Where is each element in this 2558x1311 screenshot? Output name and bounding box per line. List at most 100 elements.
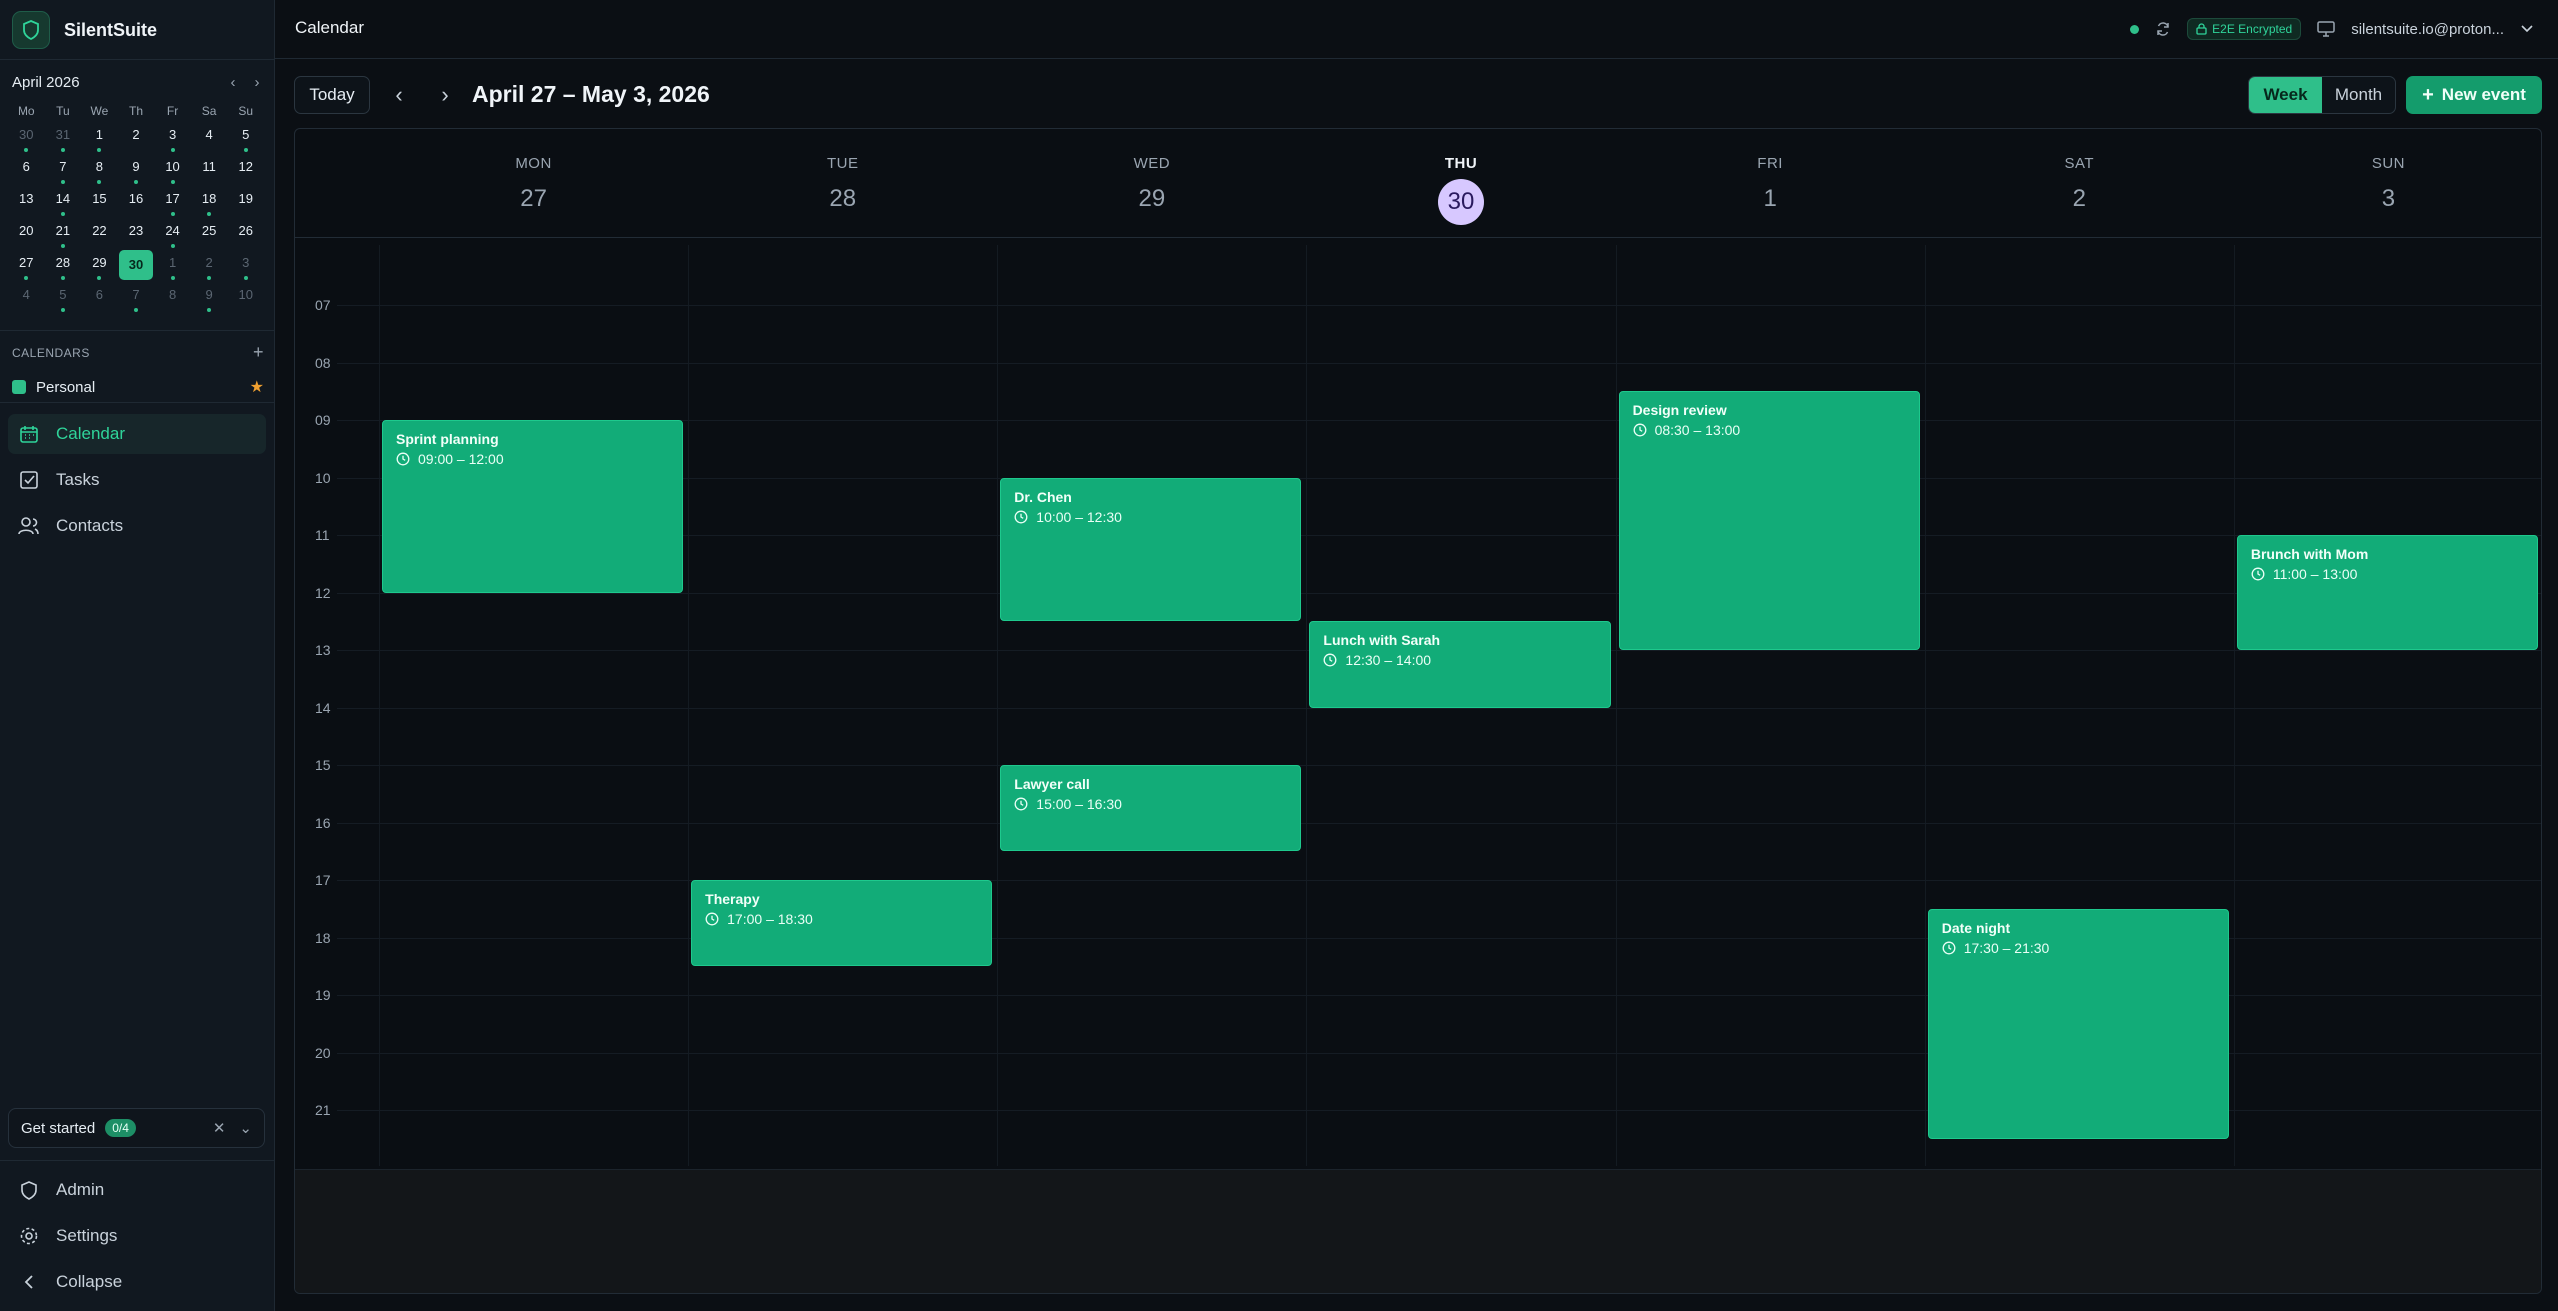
- mini-week-row: 30 31 1 2 3 4 5: [8, 122, 264, 154]
- mini-day[interactable]: 1: [81, 122, 118, 154]
- mini-day[interactable]: 27: [8, 250, 45, 282]
- brand[interactable]: SilentSuite: [12, 11, 157, 49]
- nav-label: Calendar: [56, 424, 125, 443]
- mini-day[interactable]: 1: [154, 250, 191, 282]
- account-menu[interactable]: silentsuite.io@proton...: [2351, 21, 2504, 38]
- mini-day[interactable]: 23: [118, 218, 155, 250]
- mini-day[interactable]: 13: [8, 186, 45, 218]
- mini-dow: Su: [238, 104, 254, 118]
- clock-icon: [1014, 510, 1028, 524]
- mini-day[interactable]: 9: [118, 154, 155, 186]
- mini-day-selected[interactable]: 30: [118, 250, 153, 280]
- mini-day[interactable]: 14: [45, 186, 82, 218]
- new-event-button[interactable]: + New event: [2406, 76, 2542, 114]
- next-week-icon[interactable]: ›: [430, 76, 460, 114]
- mini-day[interactable]: 6: [81, 282, 118, 314]
- chevron-down-icon[interactable]: ⌄: [239, 1119, 252, 1137]
- mini-day[interactable]: 3: [227, 250, 264, 282]
- app-root: SilentSuite April 2026 ‹ › Mo Tu We Th F…: [0, 0, 2558, 1311]
- calendar-item-personal[interactable]: Personal ★: [12, 377, 264, 397]
- mini-day[interactable]: 2: [118, 122, 155, 154]
- mini-day[interactable]: 10: [154, 154, 191, 186]
- mini-day[interactable]: 8: [154, 282, 191, 314]
- mini-day[interactable]: 5: [227, 122, 264, 154]
- mini-day[interactable]: 20: [8, 218, 45, 250]
- nav-label: Tasks: [56, 470, 100, 489]
- day-header[interactable]: WED 29: [997, 129, 1306, 239]
- calendar-event[interactable]: Dr. Chen 10:00 – 12:30: [1000, 477, 1302, 622]
- day-header[interactable]: SAT 2: [1925, 129, 2234, 239]
- add-calendar-icon[interactable]: +: [253, 342, 264, 363]
- nav-item-admin[interactable]: Admin: [8, 1170, 266, 1210]
- nav-item-settings[interactable]: Settings: [8, 1216, 266, 1256]
- nav-item-calendar[interactable]: Calendar: [8, 414, 266, 454]
- mini-next-icon[interactable]: ›: [250, 74, 264, 91]
- today-button[interactable]: Today: [294, 76, 370, 114]
- day-header[interactable]: THU 30: [1306, 129, 1615, 239]
- month-view-button[interactable]: Month: [2322, 77, 2395, 113]
- mini-day[interactable]: 5: [45, 282, 82, 314]
- hour-gridline: [337, 305, 2541, 306]
- mini-day[interactable]: 12: [227, 154, 264, 186]
- mini-prev-icon[interactable]: ‹: [226, 74, 240, 91]
- event-indicator-dot: [133, 308, 138, 312]
- refresh-icon[interactable]: [2155, 21, 2171, 37]
- mini-day[interactable]: 15: [81, 186, 118, 218]
- plus-icon: +: [2422, 83, 2434, 106]
- calendar-event[interactable]: Brunch with Mom 11:00 – 13:00: [2236, 535, 2538, 650]
- mini-day[interactable]: 7: [118, 282, 155, 314]
- event-indicator-dot: [133, 180, 138, 184]
- mini-day[interactable]: 25: [191, 218, 228, 250]
- calendar-event[interactable]: Design review 08:30 – 13:00: [1618, 391, 1920, 650]
- mini-day[interactable]: 29: [81, 250, 118, 282]
- hour-label: 13: [315, 642, 331, 658]
- calendar-event[interactable]: Sprint planning 09:00 – 12:00: [382, 420, 684, 593]
- day-of-week: TUE: [826, 155, 859, 172]
- day-header[interactable]: FRI 1: [1616, 129, 1925, 239]
- mini-day[interactable]: 8: [81, 154, 118, 186]
- nav-label: Admin: [56, 1180, 105, 1199]
- day-header[interactable]: MON 27: [379, 129, 688, 239]
- nav-label: Settings: [56, 1226, 118, 1245]
- mini-day[interactable]: 17: [154, 186, 191, 218]
- star-icon[interactable]: ★: [250, 377, 264, 397]
- mini-day[interactable]: 16: [118, 186, 155, 218]
- mini-day[interactable]: 26: [227, 218, 264, 250]
- mini-day[interactable]: 6: [8, 154, 45, 186]
- nav-item-collapse[interactable]: Collapse: [8, 1262, 266, 1302]
- nav-item-tasks[interactable]: Tasks: [8, 460, 266, 500]
- mini-day[interactable]: 9: [191, 282, 228, 314]
- mini-day[interactable]: 21: [45, 218, 82, 250]
- prev-week-icon[interactable]: ‹: [384, 76, 414, 114]
- column-divider: [997, 245, 999, 1166]
- mini-day[interactable]: 28: [45, 250, 82, 282]
- week-view-button[interactable]: Week: [2249, 77, 2322, 113]
- calendar-event[interactable]: Date night 17:30 – 21:30: [1927, 908, 2229, 1139]
- mini-day[interactable]: 7: [45, 154, 82, 186]
- get-started-panel[interactable]: Get started 0/4 ✕ ⌄: [8, 1108, 265, 1148]
- mini-day[interactable]: 24: [154, 218, 191, 250]
- mini-day[interactable]: 22: [81, 218, 118, 250]
- monitor-icon[interactable]: [2317, 21, 2335, 37]
- mini-day[interactable]: 11: [191, 154, 228, 186]
- nav-item-contacts[interactable]: Contacts: [8, 506, 266, 546]
- mini-day[interactable]: 2: [191, 250, 228, 282]
- calendar-event[interactable]: Lunch with Sarah 12:30 – 14:00: [1309, 621, 1611, 708]
- mini-day[interactable]: 18: [191, 186, 228, 218]
- mini-day[interactable]: 10: [227, 282, 264, 314]
- chevron-down-icon[interactable]: [2520, 24, 2534, 34]
- calendar-event[interactable]: Lawyer call 15:00 – 16:30: [1000, 765, 1302, 852]
- mini-day[interactable]: 3: [154, 122, 191, 154]
- mini-day[interactable]: 19: [227, 186, 264, 218]
- close-icon[interactable]: ✕: [213, 1119, 226, 1137]
- event-time-row: 15:00 – 16:30: [1014, 796, 1287, 812]
- calendar-color-swatch: [12, 380, 26, 394]
- mini-day[interactable]: 4: [191, 122, 228, 154]
- day-number: 2: [2072, 185, 2086, 212]
- mini-day[interactable]: 30: [8, 122, 45, 154]
- mini-day[interactable]: 31: [45, 122, 82, 154]
- day-header[interactable]: SUN 3: [2234, 129, 2541, 239]
- mini-day[interactable]: 4: [8, 282, 45, 314]
- day-header[interactable]: TUE 28: [688, 129, 997, 239]
- calendar-event[interactable]: Therapy 17:00 – 18:30: [691, 880, 993, 967]
